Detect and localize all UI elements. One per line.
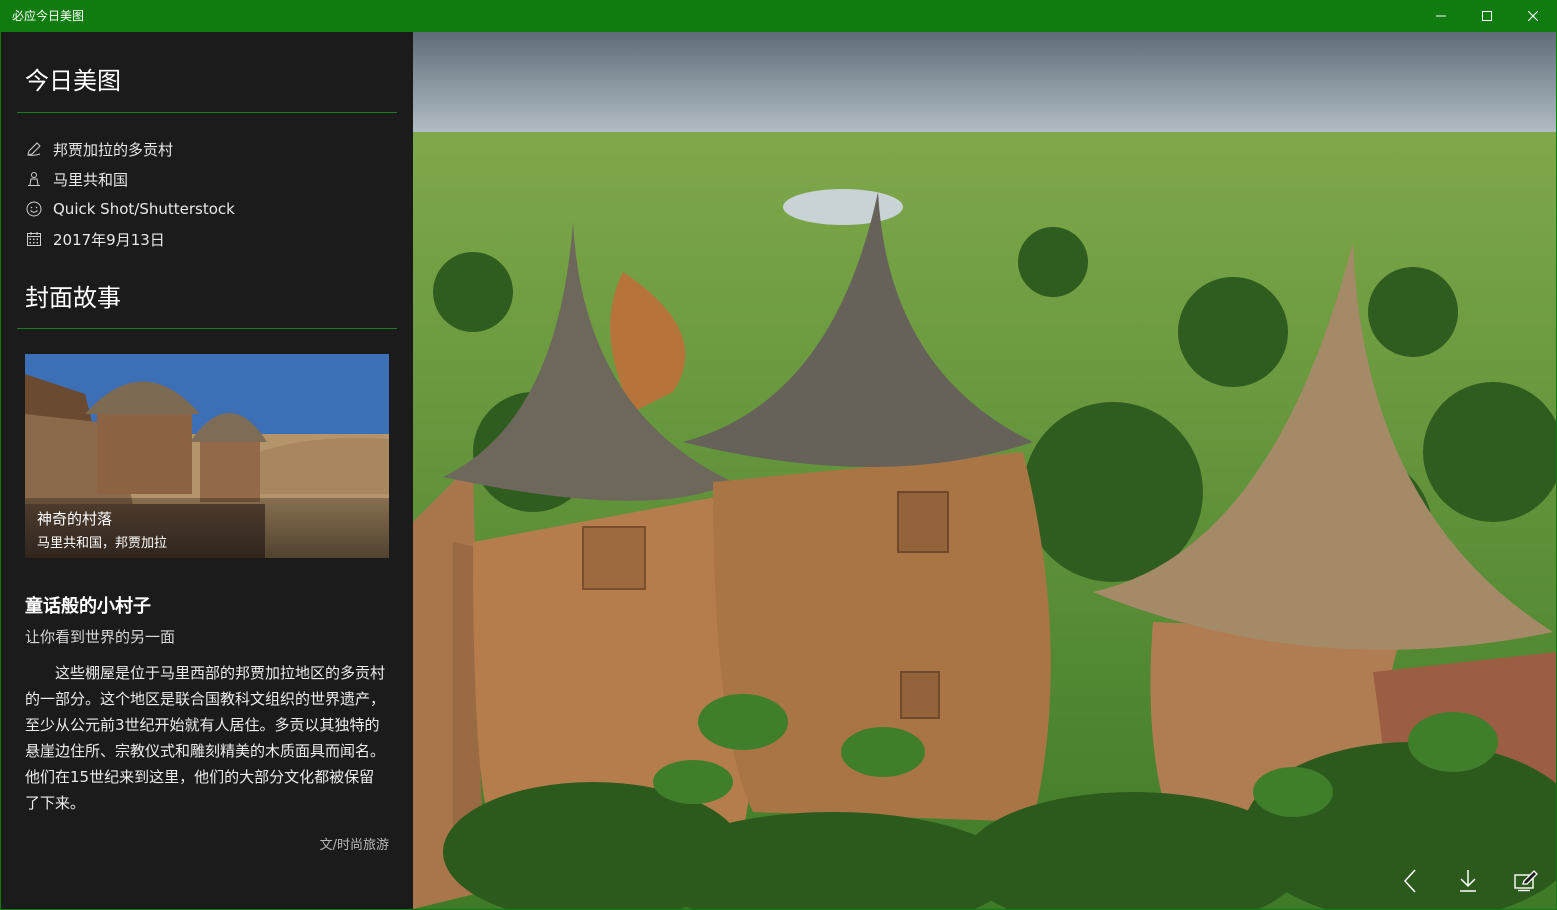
divider bbox=[17, 112, 397, 113]
title-bar: 必应今日美图 bbox=[0, 0, 1557, 32]
download-button[interactable] bbox=[1453, 866, 1483, 896]
set-wallpaper-button[interactable] bbox=[1511, 866, 1541, 896]
info-sidebar: 今日美图 邦贾加拉的多贡村 马里共和国 Quick Shot/Shutterst… bbox=[1, 32, 413, 909]
cover-subtitle: 马里共和国，邦贾加拉 bbox=[37, 536, 168, 551]
wallpaper-image bbox=[413, 32, 1556, 909]
chevron-left-icon bbox=[1403, 869, 1416, 893]
image-controls bbox=[413, 850, 1556, 909]
meta-row-title: 邦贾加拉的多贡村 bbox=[25, 138, 173, 160]
meta-text: Quick Shot/Shutterstock bbox=[53, 200, 235, 218]
wallpaper-scene bbox=[413, 32, 1556, 909]
meta-text: 马里共和国 bbox=[53, 170, 129, 189]
meta-row-copyright: Quick Shot/Shutterstock bbox=[25, 198, 235, 220]
download-icon bbox=[1460, 870, 1476, 892]
story-headline: 童话般的小村子 bbox=[25, 596, 151, 617]
story-subheadline: 让你看到世界的另一面 bbox=[25, 628, 176, 646]
cover-story-card[interactable]: 神奇的村落 马里共和国，邦贾加拉 bbox=[25, 354, 389, 558]
today-title: 今日美图 bbox=[25, 67, 121, 95]
smiley-icon bbox=[25, 200, 43, 218]
location-person-icon bbox=[25, 170, 43, 188]
meta-row-date: 2017年9月13日 bbox=[25, 228, 165, 250]
maximize-button[interactable] bbox=[1464, 0, 1510, 32]
cover-title: 神奇的村落 bbox=[37, 510, 113, 528]
story-body: 这些棚屋是位于马里西部的邦贾加拉地区的多贡村的一部分。这个地区是联合国教科文组织… bbox=[25, 664, 386, 812]
maximize-icon bbox=[1482, 11, 1492, 21]
meta-row-location: 马里共和国 bbox=[25, 168, 128, 190]
close-icon bbox=[1528, 11, 1538, 21]
window-title: 必应今日美图 bbox=[12, 9, 85, 23]
previous-button[interactable] bbox=[1395, 866, 1425, 896]
calendar-icon bbox=[25, 230, 43, 248]
app-window: 必应今日美图 今日美图 邦贾加拉的多贡村 马里共和国 Quick Shot/Sh… bbox=[0, 0, 1557, 910]
cover-story-title: 封面故事 bbox=[25, 284, 121, 312]
meta-text: 邦贾加拉的多贡村 bbox=[53, 140, 174, 159]
minimize-button[interactable] bbox=[1418, 0, 1464, 32]
set-wallpaper-icon bbox=[1514, 870, 1538, 892]
meta-text: 2017年9月13日 bbox=[53, 230, 165, 249]
minimize-icon bbox=[1436, 15, 1446, 17]
pen-icon bbox=[25, 140, 43, 158]
story-source: 文/时尚旅游 bbox=[319, 838, 389, 853]
close-button[interactable] bbox=[1510, 0, 1556, 32]
divider bbox=[17, 328, 397, 329]
cover-caption: 神奇的村落 马里共和国，邦贾加拉 bbox=[25, 498, 389, 558]
